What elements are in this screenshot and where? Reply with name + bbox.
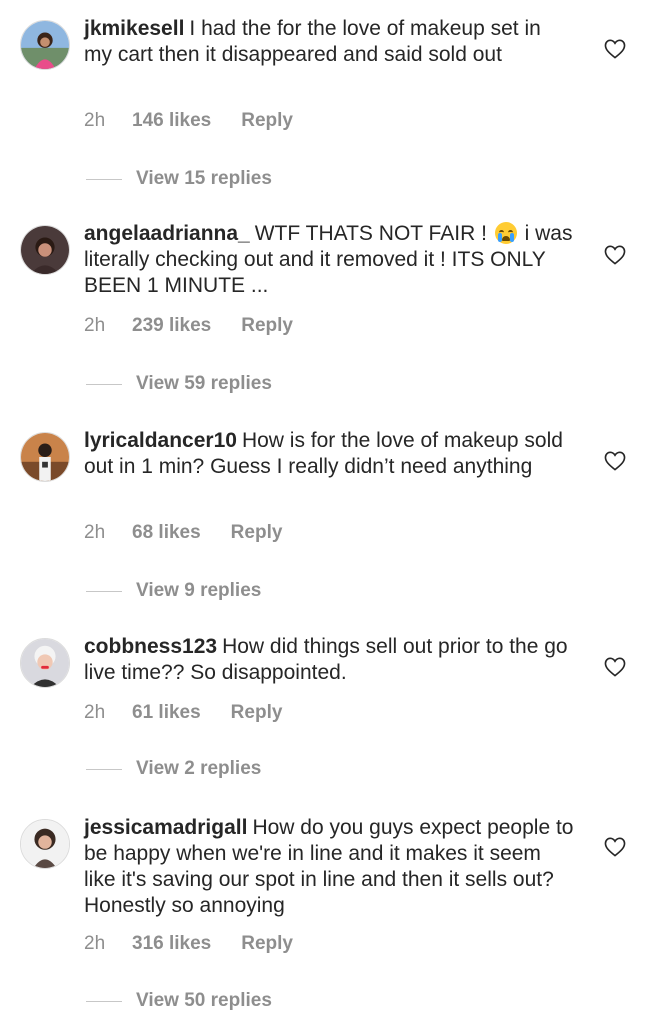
comment-item: jessicamadrigall How do you guys expect p…	[0, 813, 660, 1013]
comment-item: lyricaldancer10 How is for the love of ma…	[0, 426, 660, 626]
comment-item: angelaadrianna_ WTF THATS NOT FAIR ! i wa…	[0, 219, 660, 419]
divider-line	[86, 383, 122, 385]
reply-button[interactable]: Reply	[231, 522, 283, 544]
view-replies-label: View 9 replies	[136, 580, 262, 601]
view-replies-label: View 15 replies	[136, 168, 272, 189]
comment-username[interactable]: lyricaldancer10	[84, 429, 237, 452]
view-replies-button[interactable]: View 9 replies	[86, 580, 261, 602]
view-replies-label: View 50 replies	[136, 990, 272, 1011]
heart-outline-icon[interactable]	[604, 657, 626, 677]
comment-likes[interactable]: 239 likes	[132, 315, 211, 337]
comment-likes[interactable]: 61 likes	[132, 702, 201, 724]
comment-text: lyricaldancer10 How is for the love of ma…	[84, 428, 574, 480]
user-avatar[interactable]	[20, 20, 70, 70]
comment-username[interactable]: cobbness123	[84, 635, 217, 658]
comment-text: angelaadrianna_ WTF THATS NOT FAIR ! i wa…	[84, 221, 574, 299]
comment-time: 2h	[84, 110, 106, 131]
comment-text: cobbness123 How did things sell out prior…	[84, 634, 574, 686]
view-replies-label: View 59 replies	[136, 373, 272, 394]
comment-likes[interactable]: 316 likes	[132, 933, 211, 955]
reply-button[interactable]: Reply	[241, 315, 293, 337]
heart-outline-icon[interactable]	[604, 245, 626, 265]
comment-text: jkmikesell I had the for the love of make…	[84, 16, 574, 68]
reply-button[interactable]: Reply	[241, 110, 293, 132]
user-avatar[interactable]	[20, 432, 70, 482]
comment-username[interactable]: angelaadrianna_	[84, 222, 250, 245]
heart-outline-icon[interactable]	[604, 39, 626, 59]
divider-line	[86, 590, 122, 592]
reply-button[interactable]: Reply	[231, 702, 283, 724]
user-avatar[interactable]	[20, 638, 70, 688]
comment-likes[interactable]: 68 likes	[132, 522, 201, 544]
comment-likes[interactable]: 146 likes	[132, 110, 211, 132]
comment-item: cobbness123 How did things sell out prior…	[0, 632, 660, 832]
comment-time: 2h	[84, 522, 106, 543]
comment-username[interactable]: jessicamadrigall	[84, 816, 247, 839]
reply-button[interactable]: Reply	[241, 933, 293, 955]
user-avatar[interactable]	[20, 819, 70, 869]
comment-meta: 2h 146 likes Reply	[84, 110, 293, 132]
divider-line	[86, 768, 122, 770]
divider-line	[86, 1000, 122, 1002]
view-replies-button[interactable]: View 59 replies	[86, 373, 272, 395]
comment-text: jessicamadrigall How do you guys expect p…	[84, 815, 574, 919]
view-replies-button[interactable]: View 15 replies	[86, 168, 272, 190]
user-avatar[interactable]	[20, 225, 70, 275]
view-replies-button[interactable]: View 2 replies	[86, 758, 261, 780]
comment-item: jkmikesell I had the for the love of make…	[0, 14, 660, 214]
heart-outline-icon[interactable]	[604, 837, 626, 857]
comment-meta: 2h 68 likes Reply	[84, 522, 282, 544]
comment-meta: 2h 316 likes Reply	[84, 933, 293, 955]
comment-time: 2h	[84, 702, 106, 723]
divider-line	[86, 178, 122, 180]
comment-meta: 2h 239 likes Reply	[84, 315, 293, 337]
comment-username[interactable]: jkmikesell	[84, 17, 184, 40]
comment-time: 2h	[84, 933, 106, 954]
comment-message-part1: WTF THATS NOT FAIR !	[254, 222, 487, 245]
view-replies-label: View 2 replies	[136, 758, 262, 779]
crying-face-emoji	[494, 222, 517, 244]
comment-time: 2h	[84, 315, 106, 336]
heart-outline-icon[interactable]	[604, 451, 626, 471]
view-replies-button[interactable]: View 50 replies	[86, 990, 272, 1012]
comment-meta: 2h 61 likes Reply	[84, 702, 282, 724]
